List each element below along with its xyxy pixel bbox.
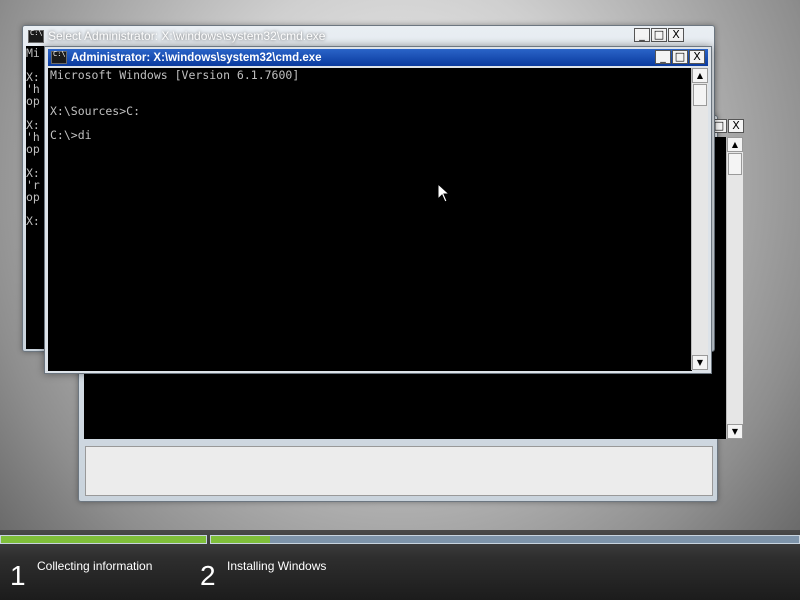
console-line: C:\>di — [50, 128, 92, 142]
background-close-button[interactable]: X — [668, 28, 684, 42]
third-vertical-scrollbar[interactable]: ▲ ▼ — [726, 137, 743, 439]
background-maximize-button[interactable]: □ — [651, 28, 667, 42]
background-minimize-button[interactable]: _ — [634, 28, 650, 42]
step-label: Collecting information — [37, 559, 153, 573]
step-2-progress-bar — [210, 535, 800, 544]
third-scroll-down-arrow[interactable]: ▼ — [727, 424, 743, 439]
step-2-progress-fill — [211, 536, 270, 543]
console-line: X:\Sources>C: — [50, 104, 141, 118]
front-window-controls: _ □ X — [655, 50, 705, 64]
third-scroll-up-arrow[interactable]: ▲ — [727, 137, 743, 152]
third-window-controls: □ X — [711, 119, 744, 133]
front-scroll-up-arrow[interactable]: ▲ — [692, 68, 708, 83]
front-console-area[interactable]: Microsoft Windows [Version 6.1.7600] X:\… — [48, 68, 692, 371]
step-1-progress-fill — [1, 536, 206, 543]
front-scroll-thumb[interactable] — [693, 84, 707, 106]
third-scroll-thumb[interactable] — [728, 153, 742, 175]
cmd-icon — [51, 50, 67, 64]
front-titlebar[interactable]: Administrator: X:\windows\system32\cmd.e… — [48, 49, 708, 66]
step-number: 1 — [10, 560, 26, 591]
console-line: Microsoft Windows [Version 6.1.7600] — [50, 68, 300, 82]
step-1-progress-bar — [0, 535, 207, 544]
background-window-title: Select Administrator: X:\windows\system3… — [48, 29, 326, 43]
background-window-controls: _ □ X — [634, 28, 684, 42]
front-minimize-button[interactable]: _ — [655, 50, 671, 64]
mouse-pointer-icon — [437, 182, 451, 208]
front-vertical-scrollbar[interactable]: ▲ ▼ — [691, 68, 708, 370]
front-window-title: Administrator: X:\windows\system32\cmd.e… — [71, 51, 322, 64]
cmd-icon — [28, 29, 44, 43]
background-titlebar[interactable]: Select Administrator: X:\windows\system3… — [23, 26, 714, 46]
step-label: Installing Windows — [227, 559, 327, 573]
front-close-button[interactable]: X — [689, 50, 705, 64]
front-scroll-down-arrow[interactable]: ▼ — [692, 355, 708, 370]
front-maximize-button[interactable]: □ — [672, 50, 688, 64]
step-number: 2 — [200, 560, 216, 591]
setup-dialog-content — [85, 446, 713, 496]
third-close-button[interactable]: X — [728, 119, 744, 133]
front-cmd-window[interactable]: Administrator: X:\windows\system32\cmd.e… — [44, 46, 712, 374]
